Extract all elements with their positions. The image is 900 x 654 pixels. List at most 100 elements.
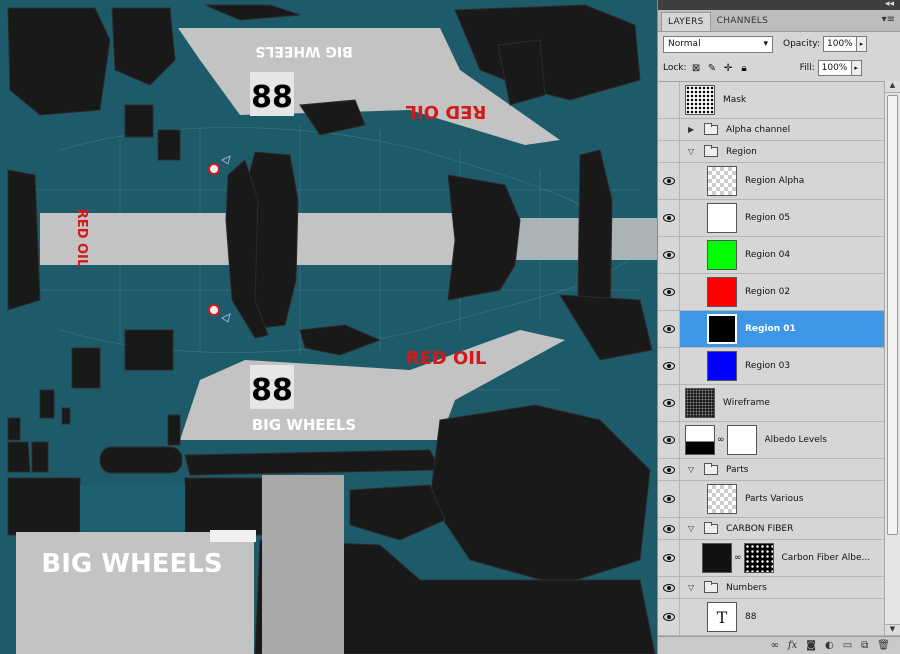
- lock-all-icon[interactable]: 🔒︎: [739, 63, 750, 74]
- visibility-toggle[interactable]: [658, 518, 680, 539]
- lower-body-right: [429, 404, 651, 586]
- console-center: [80, 485, 185, 530]
- collapse-triangle-icon[interactable]: ▽: [688, 524, 698, 533]
- mirror-bottom: [299, 324, 382, 356]
- eye-icon: [662, 583, 675, 592]
- collapse-triangle-icon[interactable]: ▽: [688, 583, 698, 592]
- chain-link-icon[interactable]: ∞: [717, 435, 725, 445]
- layer-name: Region: [726, 146, 757, 157]
- chain-link-icon[interactable]: ∞: [734, 553, 742, 563]
- visibility-toggle[interactable]: [658, 348, 680, 384]
- document-canvas[interactable]: BIG WHEELS 88 RED OIL RED OIL RED OIL 88…: [0, 0, 657, 654]
- lock-move-icon[interactable]: ✛: [723, 63, 734, 74]
- seat-left: [7, 477, 81, 536]
- panel-shape-3: [454, 4, 641, 101]
- opacity-field[interactable]: 100%: [823, 36, 857, 52]
- layer-name: Region 05: [745, 213, 791, 223]
- layer-albedo-levels[interactable]: ∞ Albedo Levels: [658, 422, 884, 459]
- eye-icon: [662, 399, 675, 407]
- layer-name: Region Alpha: [745, 176, 805, 186]
- layers-bottom-toolbar: ∞ fx ◙ ◐ ▭ ⧉ 🗑︎: [658, 636, 900, 654]
- visibility-toggle[interactable]: [658, 119, 680, 140]
- new-group-icon[interactable]: ▭: [843, 640, 852, 651]
- mask-icon[interactable]: ◙: [806, 640, 816, 651]
- lock-transparent-icon[interactable]: ⊠: [691, 63, 702, 74]
- layer-group-carbon-fiber[interactable]: ▽ CARBON FIBER: [658, 518, 884, 540]
- layer-name: Region 03: [745, 361, 791, 371]
- opacity-arrow-icon[interactable]: ▸: [857, 36, 867, 52]
- visibility-toggle[interactable]: [658, 141, 680, 162]
- visibility-toggle[interactable]: [658, 540, 680, 576]
- lower-body-middle: [349, 484, 446, 541]
- tab-channels[interactable]: CHANNELS: [711, 12, 775, 31]
- visibility-toggle[interactable]: [658, 599, 680, 635]
- panel-shape-5: [204, 4, 301, 21]
- layer-name: Region 02: [745, 287, 791, 297]
- panel-titlebar[interactable]: ◂◂: [658, 0, 900, 10]
- visibility-toggle[interactable]: [658, 163, 680, 199]
- visibility-toggle[interactable]: [658, 237, 680, 273]
- layer-group-numbers[interactable]: ▽ Numbers: [658, 577, 884, 599]
- type-layer-icon: T: [707, 602, 737, 632]
- collapse-triangle-icon[interactable]: ▽: [688, 465, 698, 474]
- eye-icon: [662, 251, 675, 259]
- layer-group-region[interactable]: ▽ Region: [658, 141, 884, 163]
- red-oil-side-text: RED OIL: [74, 209, 89, 267]
- layer-thumbnail: [685, 388, 715, 418]
- visibility-toggle[interactable]: [658, 459, 680, 480]
- layer-group-alpha-channel[interactable]: ▶ Alpha channel: [658, 119, 884, 141]
- layer-region-05[interactable]: Region 05: [658, 200, 884, 237]
- collapse-triangle-icon[interactable]: ▽: [688, 147, 698, 156]
- blend-mode-value: Normal: [668, 39, 701, 49]
- big-wheels-mid-text: BIG WHEELS: [252, 416, 357, 434]
- light-cluster: [71, 347, 101, 389]
- layer-text-88[interactable]: T 88: [658, 599, 884, 636]
- scroll-thumb[interactable]: [887, 95, 898, 535]
- texture-artwork: BIG WHEELS 88 RED OIL RED OIL RED OIL 88…: [7, 4, 657, 654]
- fill-label: Fill:: [799, 63, 815, 73]
- layer-region-alpha[interactable]: Region Alpha: [658, 163, 884, 200]
- visibility-toggle[interactable]: [658, 422, 680, 458]
- scroll-up-icon[interactable]: ▲: [885, 81, 900, 93]
- eye-icon: [662, 465, 675, 474]
- blend-mode-select[interactable]: Normal ▾: [663, 35, 773, 53]
- layer-region-01[interactable]: Region 01: [658, 311, 884, 348]
- small-part-1: [39, 389, 55, 419]
- link-icon[interactable]: ∞: [771, 640, 779, 651]
- fill-arrow-icon[interactable]: ▸: [851, 60, 862, 76]
- visibility-toggle[interactable]: [658, 200, 680, 236]
- layer-group-parts[interactable]: ▽ Parts: [658, 459, 884, 481]
- layer-mask[interactable]: Mask: [658, 82, 884, 119]
- visibility-toggle[interactable]: [658, 274, 680, 310]
- visibility-toggle[interactable]: [658, 481, 680, 517]
- lock-brush-icon[interactable]: ✎: [707, 63, 718, 74]
- layer-wireframe[interactable]: Wireframe: [658, 385, 884, 422]
- layer-thumbnail: [707, 203, 737, 233]
- layer-parts-various[interactable]: Parts Various: [658, 481, 884, 518]
- fx-icon[interactable]: fx: [788, 640, 797, 651]
- layer-region-02[interactable]: Region 02: [658, 274, 884, 311]
- adjustment-icon[interactable]: ◐: [825, 640, 834, 651]
- expand-triangle-icon[interactable]: ▶: [688, 125, 698, 134]
- layer-carbon-fiber-albedo[interactable]: ∞ Carbon Fiber Albe...: [658, 540, 884, 577]
- eye-icon: [662, 554, 675, 562]
- layer-thumbnail: [707, 351, 737, 381]
- layer-region-03[interactable]: Region 03: [658, 348, 884, 385]
- visibility-toggle[interactable]: [658, 82, 680, 118]
- trash-icon[interactable]: 🗑︎: [877, 640, 890, 651]
- visibility-toggle[interactable]: [658, 577, 680, 598]
- collapse-icon[interactable]: ◂◂: [885, 0, 894, 9]
- visibility-toggle[interactable]: [658, 311, 680, 347]
- tab-layers[interactable]: LAYERS: [661, 12, 711, 31]
- layers-scrollbar[interactable]: ▲ ▼: [884, 81, 900, 636]
- layers-panel: ◂◂ LAYERS CHANNELS ▾≡ Normal ▾ Opacity: …: [657, 0, 900, 654]
- visibility-toggle[interactable]: [658, 385, 680, 421]
- panel-menu-icon[interactable]: ▾≡: [882, 14, 895, 25]
- lock-label: Lock:: [663, 63, 687, 73]
- scroll-down-icon[interactable]: ▼: [885, 624, 900, 636]
- red-oil-top-text: RED OIL: [406, 101, 487, 122]
- new-layer-icon[interactable]: ⧉: [861, 640, 868, 651]
- layer-thumbnail: [707, 240, 737, 270]
- layer-region-04[interactable]: Region 04: [658, 237, 884, 274]
- fill-field[interactable]: 100%: [817, 60, 852, 76]
